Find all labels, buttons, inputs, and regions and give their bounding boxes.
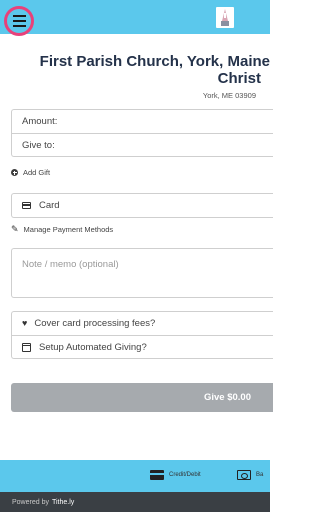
- church-address: York, ME 03909: [202, 91, 256, 100]
- calendar-icon: [22, 342, 31, 352]
- top-bar: [0, 0, 270, 36]
- gift-fields: Amount: Give to:: [11, 109, 273, 157]
- payment-method-selector[interactable]: Card: [11, 193, 273, 218]
- church-logo: [216, 7, 234, 28]
- church-name: First Parish Church, York, Maine: [39, 53, 270, 70]
- bank-note-icon: [237, 470, 251, 480]
- manage-payment-methods-link[interactable]: ✎ Manage Payment Methods: [11, 224, 114, 235]
- automated-giving-label: Setup Automated Giving?: [39, 341, 147, 353]
- add-gift-label: Add Gift: [23, 168, 51, 177]
- tithely-link[interactable]: Tithe.ly: [52, 499, 74, 506]
- cover-fees-label: Cover card processing fees?: [34, 318, 156, 329]
- memo-textarea[interactable]: Note / memo (optional): [11, 248, 273, 298]
- credit-card-icon: [22, 202, 31, 209]
- automated-giving-toggle[interactable]: Setup Automated Giving?: [12, 335, 273, 358]
- hamburger-menu-icon[interactable]: [4, 6, 34, 36]
- footer: Powered by Tithe.ly: [0, 492, 270, 512]
- heart-icon: ♥: [22, 318, 28, 328]
- church-subtitle: Christ: [217, 70, 261, 87]
- powered-by-text: Powered by: [12, 498, 49, 506]
- add-gift-link[interactable]: Add Gift: [11, 168, 50, 177]
- bank-label: Ba: [256, 472, 264, 478]
- manage-payment-label: Manage Payment Methods: [23, 225, 114, 234]
- payment-method-label: Card: [39, 200, 60, 211]
- give-button[interactable]: Give $0.00: [11, 383, 273, 412]
- options-list: ♥ Cover card processing fees? Setup Auto…: [11, 311, 273, 359]
- payment-type-bar: Credit/Debit Ba: [0, 460, 270, 492]
- amount-field[interactable]: Amount:: [12, 110, 273, 133]
- give-to-field[interactable]: Give to:: [12, 133, 273, 156]
- cover-fees-toggle[interactable]: ♥ Cover card processing fees?: [12, 312, 273, 335]
- credit-debit-option[interactable]: Credit/Debit: [150, 470, 201, 480]
- plus-circle-icon: [11, 169, 18, 176]
- credit-debit-label: Credit/Debit: [169, 472, 201, 478]
- pencil-icon: ✎: [11, 224, 19, 234]
- give-to-label: Give to:: [22, 139, 55, 151]
- credit-card-icon: [150, 470, 164, 480]
- bank-option[interactable]: Ba: [237, 470, 263, 480]
- amount-label: Amount:: [22, 116, 58, 127]
- memo-placeholder: Note / memo (optional): [22, 259, 119, 270]
